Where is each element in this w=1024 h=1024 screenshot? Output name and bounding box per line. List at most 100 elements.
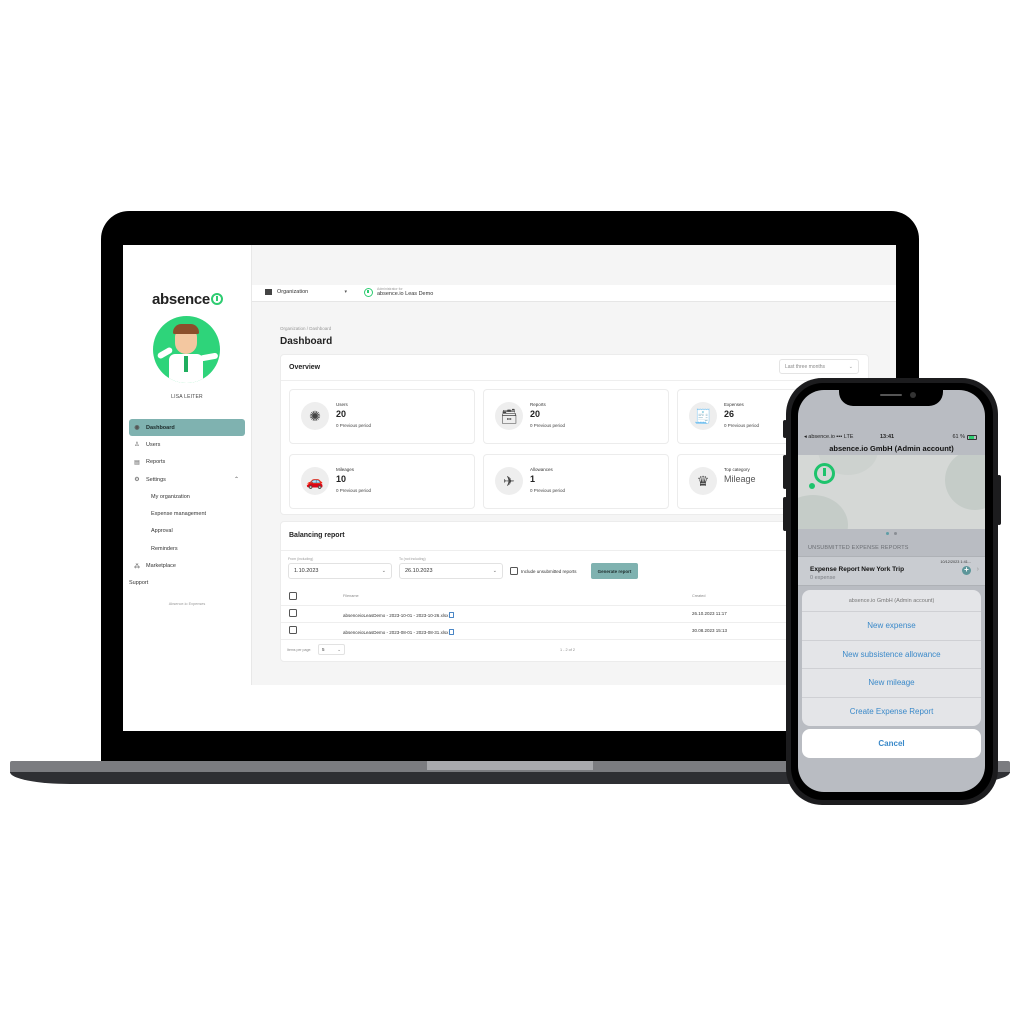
to-date-select[interactable]: 26.10.2023 ⌄	[399, 563, 503, 579]
stage: absence LISA LEITER ◉ Dashboard ♙ Users	[0, 0, 1024, 1024]
sidebar-item-label: Reminders	[151, 545, 178, 552]
hero-banner[interactable]	[798, 455, 985, 529]
new-mileage-button[interactable]: New mileage	[802, 669, 981, 698]
sidebar-item-label: Marketplace	[146, 563, 176, 570]
marketplace-icon: ⁂	[134, 563, 140, 570]
to-date-value: 26.10.2023	[405, 568, 433, 574]
sidebar-item-dashboard[interactable]: ◉ Dashboard	[129, 419, 245, 437]
stat-card-allowances: ✈ Allowances 1 0 Previous period	[483, 454, 669, 509]
file-xlsx-icon	[449, 629, 455, 635]
chevron-down-icon: ⌄	[381, 568, 386, 574]
sidebar-item-my-organization[interactable]: My organization	[129, 488, 245, 505]
sidebar-item-approval[interactable]: Approval	[129, 523, 245, 540]
new-expense-button[interactable]: New expense	[802, 612, 981, 641]
stat-card-mileages: 🚗 Mileages 10 0 Previous period	[289, 454, 475, 509]
divider	[281, 605, 868, 606]
chevron-right-icon: ›	[976, 566, 979, 573]
new-subsistence-allowance-button[interactable]: New subsistence allowance	[802, 641, 981, 669]
row-checkbox[interactable]	[289, 626, 297, 634]
items-per-page-value: 5	[322, 647, 325, 652]
chevron-down-icon: ⌄	[337, 646, 341, 652]
sidebar-item-reports[interactable]: ▤ Reports	[129, 454, 245, 471]
phone-screen: ◂ absence.io ▪▪▪ LTE 13:41 61 % absence.…	[798, 390, 985, 792]
admin-org: absence.io Leas Demo	[377, 291, 434, 297]
phone-speaker	[880, 394, 902, 396]
generate-report-button[interactable]: Generate report	[591, 563, 638, 579]
eye-icon: ◉	[134, 425, 140, 432]
stat-label: Allowances	[530, 467, 553, 472]
sidebar-item-reminders[interactable]: Reminders	[129, 540, 245, 557]
topbar: Organization ▾ Administrator for absence…	[252, 285, 896, 302]
drawer-icon: 🗃	[495, 402, 523, 430]
page-dot	[894, 532, 897, 535]
stat-card-reports: 🗃 Reports 20 0 Previous period	[483, 389, 669, 444]
period-select[interactable]: Last three months ⌄	[779, 359, 859, 374]
period-value: Last three months	[785, 363, 826, 370]
report-date: 10/12/2023 1:41...	[940, 560, 971, 564]
column-header-filename[interactable]: Filename	[343, 594, 359, 598]
stat-sub: 0 Previous period	[530, 488, 566, 493]
phone-notch	[839, 388, 943, 406]
sidebar-item-marketplace[interactable]: ⁂ Marketplace	[129, 557, 245, 574]
page-indicator[interactable]	[798, 532, 985, 535]
sidebar-item-expense-management[interactable]: Expense management	[129, 505, 245, 522]
battery-percent: 61 %	[952, 434, 965, 440]
organization-select[interactable]: Organization ▾	[265, 289, 347, 295]
sidebar-item-settings[interactable]: ⚙ Settings ⌃	[129, 471, 245, 488]
sidebar-item-label: Support	[129, 580, 149, 587]
receipts-icon: 🧾	[689, 402, 717, 430]
admin-badge: Administrator for absence.io Leas Demo	[364, 287, 433, 297]
filename-text: absenceioLeasDemo - 2023-08-01 - 2023-08…	[343, 630, 449, 635]
stat-value: Mileage	[724, 474, 756, 484]
stat-value: 1	[530, 474, 536, 484]
sidebar-footer: Absence.io Expenses	[168, 602, 206, 606]
app-logo[interactable]: absence	[152, 291, 223, 308]
phone-title: absence.io GmbH (Admin account)	[829, 444, 954, 453]
stat-label: Users	[336, 402, 348, 407]
from-date-select[interactable]: 1.10.2023 ⌄	[288, 563, 392, 579]
file-xlsx-icon	[449, 612, 455, 618]
divider	[281, 622, 868, 623]
report-title: Expense Report New York Trip	[810, 566, 905, 573]
avatar[interactable]	[153, 316, 220, 383]
page-dot-active	[886, 532, 889, 535]
breadcrumb: Organization / Dashboard	[280, 326, 332, 331]
absence-logo-icon	[364, 287, 373, 297]
table-row-created: 30.08.2023 15:13	[692, 628, 728, 633]
table-row-filename[interactable]: absenceioLeasDemo - 2023-10-01 - 2023-10…	[343, 611, 455, 618]
sidebar-item-support[interactable]: Support	[129, 575, 245, 592]
gear-icon: ⚙	[134, 477, 140, 484]
list-item-expense-report[interactable]: 10/12/2023 1:41... Expense Report New Yo…	[798, 556, 985, 586]
stat-card-users: ✺ Users 20 0 Previous period	[289, 389, 475, 444]
sidebar-item-users[interactable]: ♙ Users	[129, 436, 245, 453]
stat-sub: 0 Previous period	[336, 488, 372, 493]
pagination-range: 1 - 2 of 2	[560, 648, 575, 652]
column-header-created[interactable]: Created	[692, 594, 706, 598]
cancel-button[interactable]: Cancel	[802, 729, 981, 758]
status-bar: ◂ absence.io ▪▪▪ LTE 13:41 61 %	[798, 434, 985, 443]
organization-label: Organization	[277, 289, 309, 295]
stat-label: Top category	[724, 467, 750, 472]
items-per-page-select[interactable]: 5 ⌄	[318, 644, 345, 655]
add-icon[interactable]: +	[962, 566, 971, 575]
create-expense-report-button[interactable]: Create Expense Report	[802, 698, 981, 727]
laptop-screen: absence LISA LEITER ◉ Dashboard ♙ Users	[123, 245, 896, 731]
phone-camera	[910, 392, 916, 398]
sidebar-item-label: Reports	[146, 459, 166, 466]
decor-blob	[945, 455, 985, 510]
caret-down-icon: ▾	[344, 289, 347, 295]
divider	[281, 380, 868, 381]
include-unsubmitted-checkbox[interactable]	[510, 567, 518, 575]
overview-title: Overview	[289, 364, 321, 371]
sidebar-item-label: Dashboard	[146, 424, 175, 431]
table-row-filename[interactable]: absenceioLeasDemo - 2023-08-01 - 2023-08…	[343, 628, 455, 635]
status-carrier: ◂ absence.io ▪▪▪ LTE	[804, 434, 854, 440]
sidebar-item-label: Approval	[151, 528, 173, 535]
stat-label: Expenses	[724, 402, 744, 407]
avatar-tie	[184, 356, 188, 372]
car-icon: 🚗	[301, 467, 329, 495]
logo-power-icon	[210, 293, 223, 305]
select-all-checkbox[interactable]	[289, 592, 297, 600]
chevron-down-icon: ⌄	[492, 568, 497, 574]
row-checkbox[interactable]	[289, 609, 297, 617]
